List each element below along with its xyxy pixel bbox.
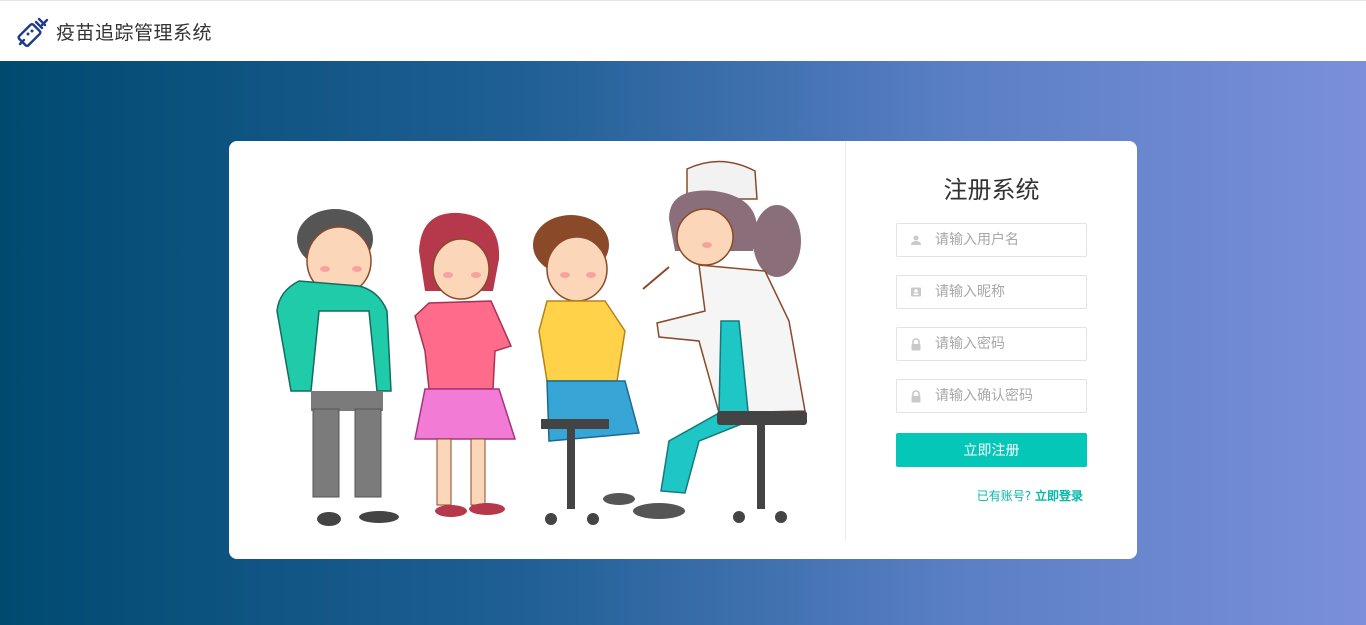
children-vaccination-illustration <box>276 160 807 526</box>
password-field[interactable] <box>896 327 1087 361</box>
page-background: 注册系统 请输入用户名 请输入昵称 立即注册 已有账号? 立即登录 <box>0 61 1366 625</box>
register-form: 注册系统 请输入用户名 请输入昵称 立即注册 已有账号? 立即登录 <box>896 141 1087 504</box>
girl-figure <box>414 212 517 517</box>
nurse-figure <box>633 160 807 523</box>
lock-icon <box>897 327 935 361</box>
login-prompt-line: 已有账号? 立即登录 <box>896 487 1087 504</box>
register-card: 注册系统 请输入用户名 请输入昵称 立即注册 已有账号? 立即登录 <box>229 141 1137 559</box>
confirm-password-input[interactable] <box>935 381 1083 411</box>
nickname-field[interactable] <box>896 275 1087 309</box>
top-navbar: 疫苗追踪管理系统 <box>0 0 1366 61</box>
card-divider <box>845 141 846 541</box>
register-button[interactable]: 立即注册 <box>896 433 1087 467</box>
id-card-icon <box>897 275 935 309</box>
login-prompt-text: 已有账号? <box>976 489 1032 503</box>
confirm-password-field[interactable] <box>896 379 1087 413</box>
login-link[interactable]: 立即登录 <box>1035 489 1083 503</box>
lock-icon <box>897 379 935 413</box>
form-title: 注册系统 <box>943 176 1040 204</box>
username-field[interactable] <box>896 223 1087 257</box>
username-input[interactable] <box>935 225 1083 255</box>
password-input[interactable] <box>935 329 1083 359</box>
seated-boy-figure <box>533 215 640 525</box>
user-icon <box>897 223 935 257</box>
syringe-icon <box>16 14 50 48</box>
nickname-input[interactable] <box>935 277 1083 307</box>
app-title: 疫苗追踪管理系统 <box>56 21 213 44</box>
boy-figure <box>276 209 399 526</box>
